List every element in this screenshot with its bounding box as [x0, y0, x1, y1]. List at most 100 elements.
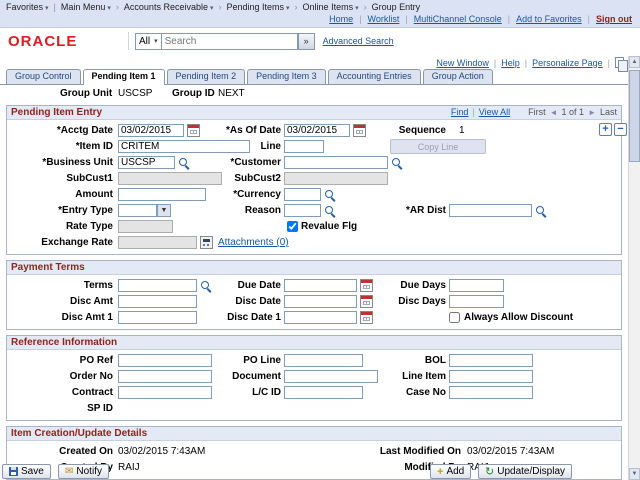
- scroll-down-icon[interactable]: ▼: [629, 468, 640, 480]
- field-row: Order No Document Line Item: [7, 369, 621, 385]
- lc-id-label: L/C ID: [155, 387, 281, 398]
- payment-terms-header: Payment Terms: [7, 261, 621, 275]
- order-no-label: Order No: [7, 371, 113, 382]
- personalize-page-link[interactable]: Personalize Page: [532, 58, 603, 68]
- group-entry-page: Favorites▾ | Main Menu▾ › Accounts Recei…: [0, 0, 640, 480]
- vertical-scrollbar[interactable]: ▲ ▼: [628, 56, 640, 480]
- business-unit-label: *Business Unit: [7, 157, 113, 168]
- always-allow-discount-checkbox[interactable]: [449, 312, 460, 323]
- ar-dist-lookup-icon[interactable]: [535, 205, 547, 217]
- breadcrumb-online-items[interactable]: Online Items▾: [303, 2, 359, 12]
- sign-out-link[interactable]: Sign out: [596, 14, 632, 24]
- currency-input[interactable]: [284, 188, 321, 201]
- help-link[interactable]: Help: [501, 58, 520, 68]
- case-no-input[interactable]: [449, 386, 533, 399]
- entry-type-input[interactable]: [118, 204, 157, 217]
- disc-days-input[interactable]: [449, 295, 504, 308]
- revalue-flg-checkbox[interactable]: [287, 221, 298, 232]
- customer-input[interactable]: [284, 156, 388, 169]
- exchange-rate-calculator-icon[interactable]: [200, 236, 213, 249]
- rate-type-label: Rate Type: [7, 221, 113, 232]
- update-display-button[interactable]: ↻ Update/Display: [478, 464, 572, 479]
- advanced-search-link[interactable]: Advanced Search: [323, 36, 394, 46]
- find-link[interactable]: Find: [451, 107, 469, 117]
- next-row-icon[interactable]: ►: [588, 108, 596, 117]
- add-icon: +: [437, 467, 443, 477]
- update-display-label: Update/Display: [497, 466, 565, 477]
- tab-pending-item-2[interactable]: Pending Item 2: [167, 69, 246, 84]
- worklist-link[interactable]: Worklist: [368, 14, 400, 24]
- multichannel-console-link[interactable]: MultiChannel Console: [414, 14, 502, 24]
- po-ref-label: PO Ref: [7, 355, 113, 366]
- tab-pending-item-1[interactable]: Pending Item 1: [83, 69, 165, 85]
- disc-date-1-calendar-icon[interactable]: [360, 311, 373, 324]
- customer-label: *Customer: [155, 157, 281, 168]
- bol-input[interactable]: [449, 354, 533, 367]
- entry-type-label: *Entry Type: [7, 205, 113, 216]
- breadcrumb-favorites[interactable]: Favorites▾: [6, 2, 49, 12]
- bottom-toolbar: Save ✉ Notify + Add ↻ Update/Display: [0, 464, 628, 480]
- add-row-icon[interactable]: +: [599, 123, 612, 136]
- pending-item-entry-section: Pending Item Entry Find | View All First…: [6, 105, 622, 255]
- disc-date-1-label: Disc Date 1: [155, 312, 281, 323]
- group-unit-label: Group Unit: [60, 88, 112, 99]
- home-link[interactable]: Home: [329, 14, 353, 24]
- breadcrumb-main-menu[interactable]: Main Menu▾: [61, 2, 111, 12]
- search-submit-button[interactable]: »: [298, 33, 315, 50]
- currency-lookup-icon[interactable]: [324, 189, 336, 201]
- tab-pending-item-3[interactable]: Pending Item 3: [247, 69, 326, 84]
- tab-group-action[interactable]: Group Action: [423, 69, 493, 84]
- bol-label: BOL: [330, 355, 446, 366]
- disc-date-1-input[interactable]: [284, 311, 357, 324]
- reference-information-header: Reference Information: [7, 336, 621, 350]
- scrollbar-thumb[interactable]: [629, 70, 640, 162]
- case-no-label: Case No: [330, 387, 446, 398]
- disc-amt-1-label: Disc Amt 1: [7, 312, 113, 323]
- copy-url-icon[interactable]: [615, 57, 624, 68]
- customer-lookup-icon[interactable]: [391, 157, 403, 169]
- reason-input[interactable]: [284, 204, 321, 217]
- breadcrumb-pending-items[interactable]: Pending Items▾: [226, 2, 289, 12]
- view-all-link[interactable]: View All: [479, 107, 510, 117]
- link-separator: |: [588, 14, 590, 24]
- delete-row-icon[interactable]: −: [614, 123, 627, 136]
- save-button[interactable]: Save: [2, 464, 51, 479]
- find-view-pager: Find | View All First ◄ 1 of 1 ► Last: [451, 107, 617, 117]
- brand-search-bar: ORACLE All ▾ » Advanced Search: [0, 28, 640, 55]
- payment-terms-section: Payment Terms Terms Due Date Due Days Di…: [6, 260, 622, 330]
- breadcrumb-label: Favorites: [6, 2, 43, 12]
- add-to-favorites-link[interactable]: Add to Favorites: [516, 14, 582, 24]
- search-input[interactable]: [162, 33, 298, 50]
- ar-dist-input[interactable]: [449, 204, 532, 217]
- section-title: Pending Item Entry: [11, 107, 102, 118]
- copy-line-button[interactable]: Copy Line: [390, 139, 486, 154]
- pending-item-entry-header: Pending Item Entry Find | View All First…: [7, 106, 621, 120]
- item-id-label: *Item ID: [7, 141, 113, 152]
- currency-label: *Currency: [155, 189, 281, 200]
- notify-button[interactable]: ✉ Notify: [58, 464, 109, 479]
- chevron-down-icon: ▾: [107, 5, 111, 12]
- group-unit-value: USCSP: [118, 88, 152, 99]
- previous-row-icon[interactable]: ◄: [550, 108, 558, 117]
- breadcrumb-label: Pending Items: [226, 2, 284, 12]
- first-label: First: [528, 107, 546, 117]
- revalue-flg-label: Revalue Flg: [301, 221, 357, 232]
- search-scope-dropdown[interactable]: All ▾: [135, 33, 162, 50]
- link-separator: |: [608, 58, 610, 68]
- due-days-input[interactable]: [449, 279, 504, 292]
- add-button[interactable]: + Add: [430, 464, 471, 479]
- breadcrumb-accounts-receivable[interactable]: Accounts Receivable▾: [124, 2, 214, 12]
- new-window-link[interactable]: New Window: [436, 58, 489, 68]
- tab-accounting-entries[interactable]: Accounting Entries: [328, 69, 421, 84]
- chevron-down-icon: ▾: [355, 5, 359, 12]
- scroll-up-icon[interactable]: ▲: [629, 56, 640, 68]
- line-input[interactable]: [284, 140, 324, 153]
- chevron-down-icon: ▾: [45, 5, 49, 12]
- group-id-label: Group ID: [172, 88, 215, 99]
- breadcrumb-label: Group Entry: [372, 2, 421, 12]
- section-title: Payment Terms: [11, 262, 85, 273]
- tab-group-control[interactable]: Group Control: [6, 69, 81, 84]
- oracle-logo: ORACLE: [8, 33, 77, 50]
- line-item-input[interactable]: [449, 370, 533, 383]
- attachments-link[interactable]: Attachments (0): [218, 237, 289, 248]
